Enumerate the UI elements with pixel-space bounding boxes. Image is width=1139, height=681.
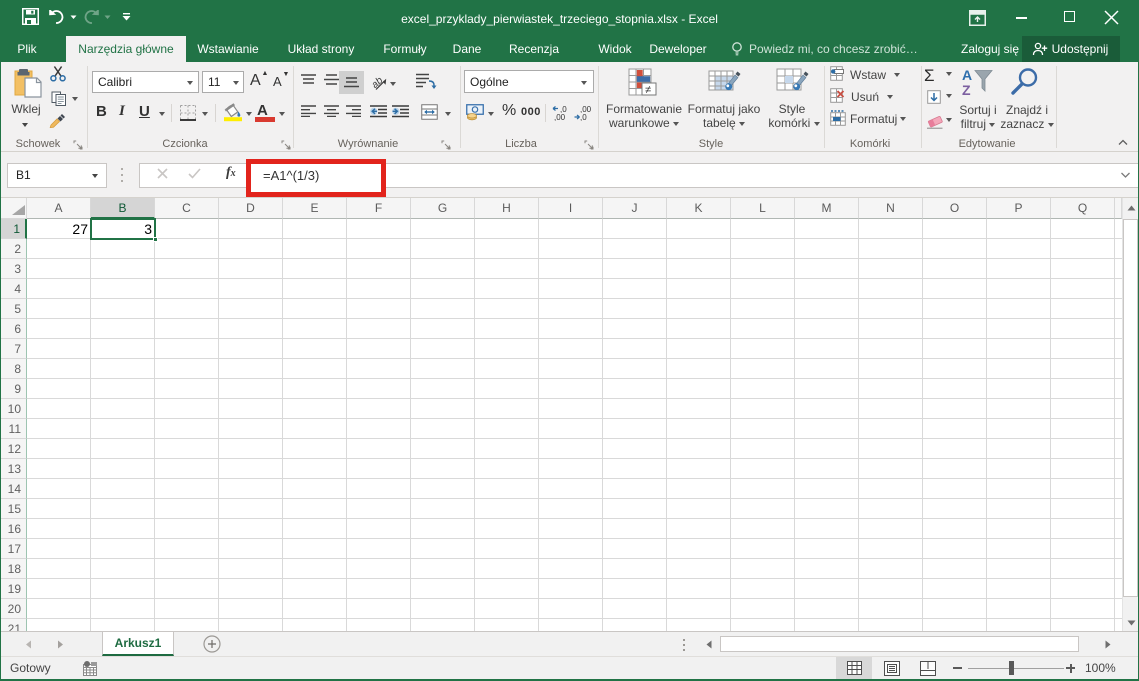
svg-text:≠: ≠ bbox=[645, 84, 651, 96]
svg-text:Z: Z bbox=[962, 82, 971, 96]
svg-text:,00: ,00 bbox=[554, 113, 566, 121]
svg-text:A: A bbox=[962, 67, 972, 83]
svg-text:,0: ,0 bbox=[580, 113, 587, 121]
